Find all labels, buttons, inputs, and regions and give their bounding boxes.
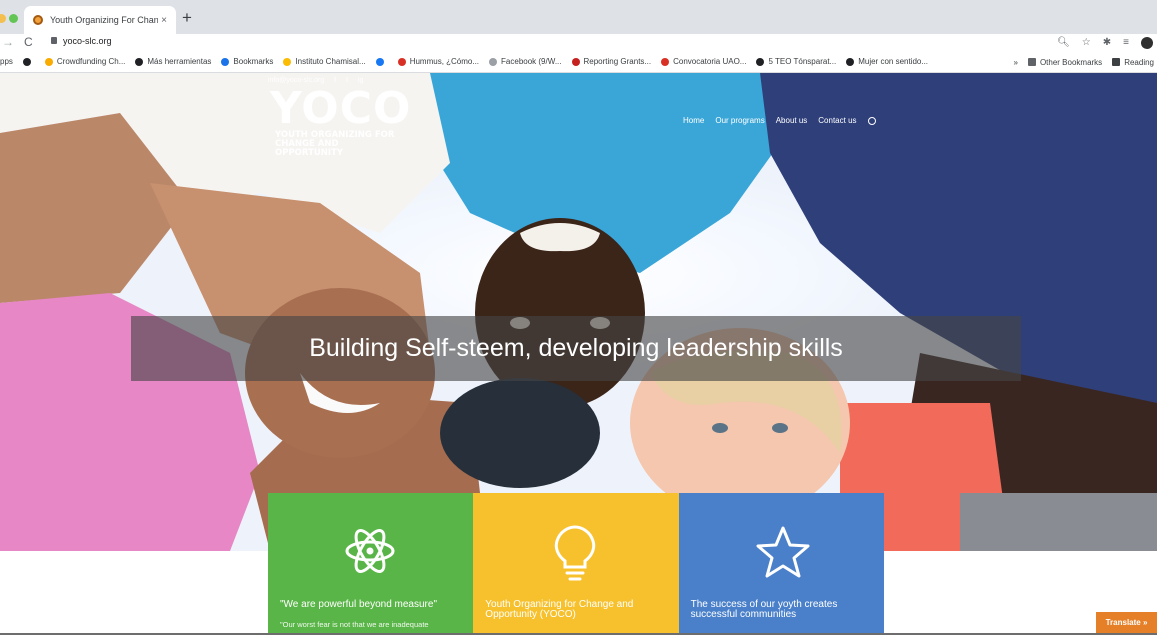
profile-avatar[interactable] [1141,36,1153,49]
bookmark-label: Instituto Chamisal... [295,57,366,66]
nav-our-programs[interactable]: Our programs [715,116,764,125]
bookmark-label: Mujer con sentido... [858,57,929,66]
bookmark-label: 5 TEO Tónsparat... [768,57,837,66]
star-icon [756,526,810,578]
bookmark-label: Facebook (9/W... [501,57,562,66]
folder-icon [1027,58,1036,66]
bookmark-item[interactable]: Crowdfunding Ch... [44,57,126,66]
bookmark-label: Hummus, ¿Cómo... [409,57,480,66]
feature-box-quote[interactable]: "We are powerful beyond measure" "Our wo… [268,493,474,635]
feature-box-title: The success of our yoyth creates success… [690,599,838,620]
search-icon[interactable] [867,116,876,125]
feature-box-title: "We are powerful beyond measure" [280,599,437,610]
logo-wordmark: YOCO [270,83,412,134]
bookmark-favicon-icon [756,57,765,66]
bookmark-item[interactable]: Más herramientas [135,57,211,66]
zoom-icon[interactable]: 🔍︎ [1057,37,1070,48]
reload-icon[interactable]: C [24,35,33,49]
address-bar[interactable]: yoco-slc.org [63,36,112,46]
bookmark-item[interactable]: 5 TEO Tónsparat... [756,57,836,66]
other-bookmarks-folder[interactable]: Other Bookmarks [1027,58,1102,67]
bookmark-label: Reporting Grants... [583,57,652,66]
bookmark-favicon-icon [283,57,292,66]
bookmark-item[interactable]: Hummus, ¿Cómo... [397,57,480,66]
bookmark-item[interactable]: Reporting Grants... [571,57,652,66]
tagline-band: Building Self-steem, developing leadersh… [131,316,1021,381]
bookmark-item[interactable]: Bookmarks [221,57,273,66]
site-favicon-icon [33,15,43,25]
bookmark-favicon-icon [661,57,670,66]
back-arrow-icon[interactable]: → [2,35,14,49]
new-tab-button[interactable]: + [182,9,192,26]
bookmarks-bar: pps Crowdfunding Ch... Más herramientas Boo… [0,51,1157,73]
bookmark-favicon-icon [571,57,580,66]
bookmark-label: Crowdfunding Ch... [56,57,126,66]
feature-box-title: Youth Organizing for Change and Opportun… [485,599,634,620]
bookmark-favicon-icon [135,57,144,66]
bookmark-item[interactable]: Convocatoria UAO... [661,57,746,66]
translate-button[interactable]: Translate » [1096,612,1157,633]
feature-box-success[interactable]: The success of our yoyth creates success… [678,493,884,635]
logo-subtitle: Youth Organizing for Change and Opportun… [275,130,395,158]
browser-tab-strip: Youth Organizing For Change × + [0,0,1157,34]
bookmark-item[interactable]: Facebook (9/W... [489,57,562,66]
atom-icon [345,529,395,573]
nav-home[interactable]: Home [683,116,704,125]
toolbar-actions: 🔍︎ ☆ ✱ ≡ [1057,34,1153,51]
nav-about-us[interactable]: About us [776,116,808,125]
bookmark-favicon-icon [375,57,384,66]
feature-box-about[interactable]: Youth Organizing for Change and Opportun… [473,493,679,635]
reading-list-icon [1112,58,1121,66]
bookmark-item[interactable]: Instituto Chamisal... [283,57,366,66]
bookmarks-right: » Other Bookmarks Reading [1003,51,1154,72]
lightbulb-icon [555,525,596,581]
main-nav: Home Our programs About us Contact us [683,116,876,125]
bookmark-favicon-icon [221,57,230,66]
bookmark-item[interactable]: Mujer con sentido... [846,57,928,66]
browser-toolbar: → C yoco-slc.org 🔍︎ ☆ ✱ ≡ [0,34,1157,51]
bookmark-favicon-icon [22,57,31,66]
bookmark-item[interactable] [22,57,35,66]
hero-photo-kids-circle [0,73,1157,551]
feature-box-subtext: "Our worst fear is not that we are inade… [280,620,429,629]
feature-boxes: "We are powerful beyond measure" "Our wo… [268,493,884,635]
bookmark-favicon-icon [489,57,498,66]
bookmark-favicon-icon [44,57,53,66]
reading-list-icon[interactable]: ≡ [1123,37,1129,48]
window-zoom-button[interactable] [9,14,18,23]
bookmarks-overflow-button[interactable]: » [1013,58,1017,67]
bookmark-label: Convocatoria UAO... [673,57,747,66]
yoco-logo[interactable]: YOCO Youth Organizing for Change and Opp… [270,87,420,158]
reading-list-button[interactable]: Reading [1112,58,1154,67]
browser-tab[interactable]: Youth Organizing For Change × [24,6,176,34]
bookmark-label: Más herramientas [147,57,212,66]
close-tab-icon[interactable]: × [158,15,170,26]
bookmark-star-icon[interactable]: ☆ [1082,37,1091,48]
nav-contact-us[interactable]: Contact us [818,116,856,125]
tab-title: Youth Organizing For Change [50,15,158,25]
hero-section: info@yoco-slc.org f t ig YOCO Youth Organiz… [0,73,1157,551]
bookmark-favicon-icon [846,57,855,66]
window-minimize-button[interactable] [0,14,6,23]
bookmark-item[interactable] [375,57,388,66]
bookmark-label: Bookmarks [233,57,274,66]
hero-tagline: Building Self-steem, developing leadersh… [309,334,843,362]
bookmark-favicon-icon [397,57,406,66]
bookmark-label: pps [0,57,13,66]
bookmark-item[interactable]: pps [0,57,13,66]
extensions-icon[interactable]: ✱ [1103,37,1111,48]
lock-icon[interactable] [51,37,57,44]
